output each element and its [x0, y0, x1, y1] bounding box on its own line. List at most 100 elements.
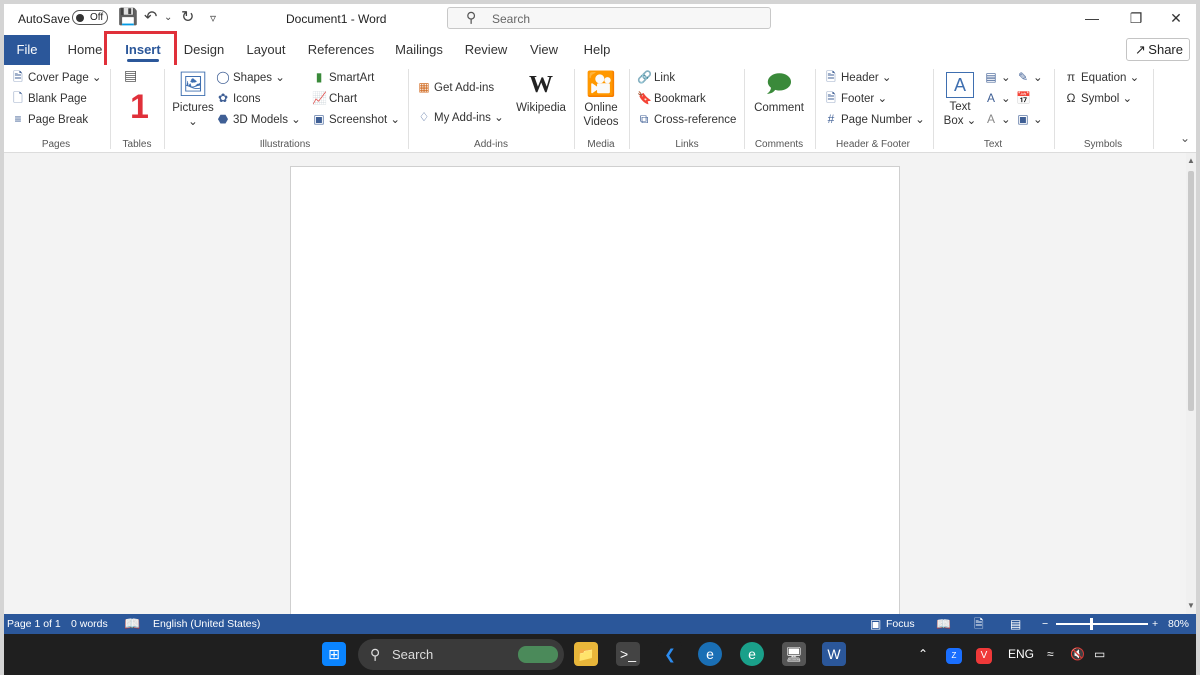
web-layout-icon[interactable]: ▤ [1010, 614, 1021, 634]
language-status[interactable]: English (United States) [153, 614, 260, 634]
group-label-addins: Add-ins [474, 139, 508, 150]
print-layout-icon[interactable]: 🗎 [974, 614, 984, 634]
equation-button[interactable]: π Equation ⌄ [1064, 69, 1139, 86]
show-hidden-icons[interactable]: ⌃ [918, 634, 928, 675]
scroll-up-icon[interactable]: ▲ [1187, 156, 1195, 165]
zalo-icon[interactable]: Z [946, 634, 962, 675]
shapes-button[interactable]: ◯ Shapes ⌄ [216, 69, 285, 86]
quick-parts-button[interactable]: ▤ ⌄ [984, 69, 1010, 86]
proofing-icon[interactable]: 📖 [124, 614, 140, 634]
save-icon[interactable]: 💾 [118, 8, 138, 28]
chart-button[interactable]: 📈 Chart [312, 90, 357, 107]
text-box-button[interactable]: A Text Box ⌄ [940, 69, 980, 128]
ribbon-insert: 🗎 Cover Page ⌄ 🗋 Blank Page ≡ Page Break Pa… [4, 65, 1196, 153]
taskbar-language[interactable]: ENG [1008, 634, 1034, 675]
taskbar-search[interactable]: ⚲ Search [358, 639, 564, 670]
scrollbar-thumb[interactable] [1188, 171, 1194, 411]
zoom-in-button[interactable]: + [1152, 614, 1158, 634]
link-button[interactable]: 🔗 Link [637, 69, 675, 86]
zoom-slider-knob[interactable] [1090, 618, 1093, 630]
comment-button[interactable]: 🗩 Comment [750, 69, 808, 115]
wikipedia-icon: W [529, 72, 553, 98]
bookmark-button[interactable]: 🔖 Bookmark [637, 90, 706, 107]
tab-layout[interactable]: Layout [240, 35, 292, 65]
scroll-down-icon[interactable]: ▼ [1187, 601, 1195, 610]
vscode-icon[interactable]: ❮ [658, 642, 682, 666]
drop-cap-button[interactable]: A ⌄ [984, 111, 1011, 128]
edge-icon[interactable]: e [740, 642, 764, 666]
minimize-button[interactable]: — [1072, 6, 1112, 30]
tab-help[interactable]: Help [576, 35, 618, 65]
redo-icon[interactable]: ↻ [181, 8, 194, 28]
step-number-annotation: 1 [130, 88, 149, 126]
date-time-button[interactable]: 📅 [1016, 90, 1033, 107]
zoom-slider[interactable] [1056, 618, 1148, 630]
icons-button[interactable]: ✿ Icons [216, 90, 261, 107]
symbol-button[interactable]: Ω Symbol ⌄ [1064, 90, 1133, 107]
search-icon: ⚲ [370, 646, 381, 662]
word-count[interactable]: 0 words [71, 614, 108, 634]
zoom-level[interactable]: 80% [1168, 614, 1189, 634]
screenshot-button[interactable]: ▣ Screenshot ⌄ [312, 111, 400, 128]
document-canvas [4, 153, 1186, 616]
wifi-icon[interactable]: ≈ [1047, 634, 1054, 675]
zoom-out-button[interactable]: − [1042, 614, 1048, 634]
customize-toolbar-icon[interactable]: ▿ [210, 8, 216, 28]
signature-line-button[interactable]: ✎ ⌄ [1016, 69, 1043, 86]
pictures-button[interactable]: 🖼 Pictures ⌄ [172, 69, 214, 129]
wordart-button[interactable]: A ⌄ [984, 90, 1011, 107]
vertical-scrollbar[interactable]: ▲ ▼ [1186, 153, 1196, 614]
edge-profile-icon[interactable]: e [698, 642, 722, 666]
vivaldi-icon[interactable]: V [976, 634, 992, 675]
cross-reference-button[interactable]: ⧉ Cross-reference [637, 111, 737, 128]
comment-label: Comment [754, 102, 804, 114]
restore-button[interactable]: ❐ [1116, 6, 1156, 30]
tab-file[interactable]: File [4, 35, 50, 65]
terminal-icon[interactable]: >_ [616, 642, 640, 666]
remote-desktop-icon[interactable]: 🖥 [782, 642, 806, 666]
focus-label[interactable]: Focus [886, 614, 915, 634]
read-mode-icon[interactable]: 📖 [936, 614, 951, 634]
blank-page-button[interactable]: 🗋 Blank Page [11, 90, 87, 107]
battery-icon[interactable]: ▭ [1094, 634, 1105, 675]
screenshot-icon: ▣ [313, 112, 325, 126]
cover-page-button[interactable]: 🗎 Cover Page ⌄ [11, 69, 101, 86]
tab-mailings[interactable]: Mailings [390, 35, 448, 65]
document-title: Document1 - Word [286, 12, 387, 26]
document-page[interactable] [290, 166, 900, 616]
cover-page-label: Cover Page [28, 72, 89, 84]
quick-parts-icon: ▤ [985, 70, 997, 84]
page-number-button[interactable]: # Page Number ⌄ [824, 111, 925, 128]
undo-icon[interactable]: ↶ [144, 8, 157, 28]
share-button[interactable]: ↗ Share [1126, 38, 1190, 61]
smartart-button[interactable]: ▮ SmartArt [312, 69, 375, 86]
close-button[interactable]: ✕ [1156, 6, 1196, 30]
title-search-box[interactable]: ⚲ Search [447, 7, 771, 29]
volume-muted-icon[interactable]: 🔇 [1070, 634, 1085, 675]
my-addins-button[interactable]: ♢ My Add-ins ⌄ [417, 109, 504, 126]
object-button[interactable]: ▣ ⌄ [1016, 111, 1042, 128]
wikipedia-button[interactable]: W Wikipedia [514, 69, 568, 115]
footer-button[interactable]: 🗎 Footer ⌄ [824, 90, 887, 107]
3d-models-button[interactable]: ⬣ 3D Models ⌄ [216, 111, 301, 128]
get-addins-button[interactable]: ▦ Get Add-ins [417, 79, 494, 96]
tab-home[interactable]: Home [60, 35, 110, 65]
table-icon[interactable]: ▤ [124, 67, 137, 83]
online-videos-button[interactable]: 🎦 Online Videos [580, 69, 622, 129]
chart-label: Chart [329, 93, 358, 105]
file-explorer-icon[interactable]: 📁 [574, 642, 598, 666]
tab-view[interactable]: View [524, 35, 564, 65]
ribbon-collapse-icon[interactable]: ⌄ [1180, 131, 1190, 145]
page-break-button[interactable]: ≡ Page Break [11, 111, 88, 128]
autosave-toggle[interactable]: Off [72, 10, 108, 25]
tab-references[interactable]: References [304, 35, 378, 65]
undo-dropdown-icon[interactable]: ⌄ [164, 8, 172, 28]
tab-design[interactable]: Design [178, 35, 230, 65]
tab-review[interactable]: Review [460, 35, 512, 65]
header-button[interactable]: 🗎 Header ⌄ [824, 69, 891, 86]
word-taskbar-icon[interactable]: W [822, 642, 846, 666]
windows-start-icon[interactable]: ⊞ [322, 642, 346, 666]
focus-icon[interactable]: ▣ [870, 614, 881, 634]
footer-label: Footer [841, 93, 875, 105]
page-count[interactable]: Page 1 of 1 [7, 614, 61, 634]
